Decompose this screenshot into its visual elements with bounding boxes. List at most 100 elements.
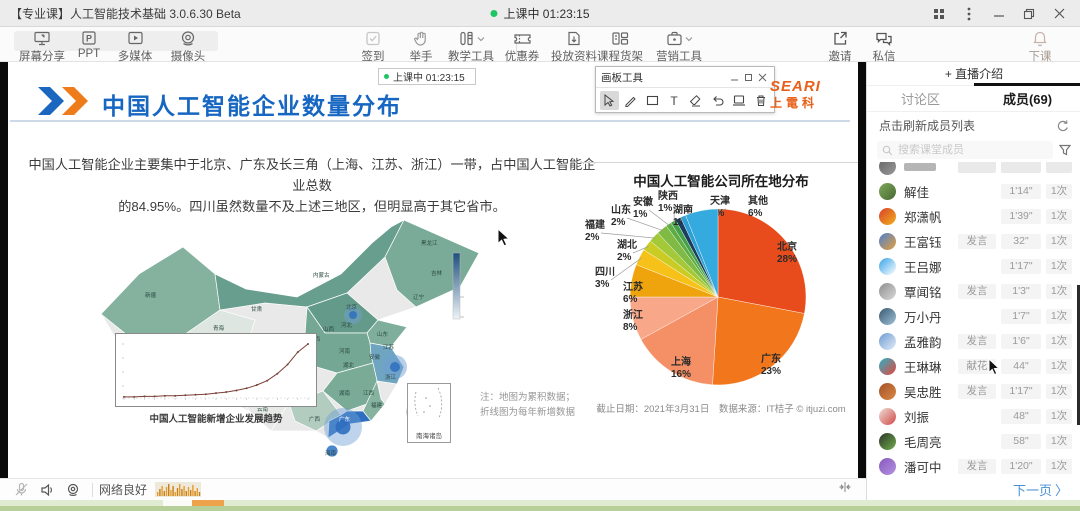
camera-icon (179, 30, 197, 47)
member-time-badge: 1'39" (1001, 209, 1041, 225)
member-row[interactable]: 解佳 1'14" 1次 (867, 179, 1080, 204)
trash-tool-icon[interactable] (751, 91, 770, 110)
svg-text:湖北: 湖北 (617, 238, 637, 251)
webcam-icon[interactable] (60, 483, 86, 497)
class-status: 上课中 01:23:15 (490, 5, 589, 22)
check-in-button[interactable]: 签到 (350, 30, 396, 64)
select-tool-icon[interactable] (600, 91, 619, 110)
svg-text:湖南: 湖南 (339, 389, 351, 397)
check-in-icon (365, 30, 381, 47)
invite-icon (832, 30, 849, 47)
restore-button[interactable] (1016, 3, 1042, 25)
svg-text:6%: 6% (623, 294, 638, 305)
svg-text:江苏: 江苏 (623, 280, 643, 293)
member-row[interactable]: 郑潇帆 1'39" 1次 (867, 204, 1080, 229)
refresh-icon[interactable] (1056, 119, 1069, 132)
close-button[interactable] (1046, 3, 1072, 25)
strip-orange-segment (192, 500, 224, 506)
teaching-tools-button[interactable]: 教学工具 (436, 30, 506, 64)
ppt-button[interactable]: P PPT (70, 30, 108, 60)
svg-text:其他: 其他 (748, 194, 768, 207)
svg-text:河北: 河北 (341, 321, 353, 329)
svg-text:山东: 山东 (377, 330, 389, 338)
panel-minimize-icon[interactable] (727, 70, 741, 84)
svg-text:2%: 2% (585, 232, 600, 243)
svg-text:23%: 23% (761, 366, 781, 377)
member-action-badge: 献花 (958, 359, 996, 375)
mic-muted-icon[interactable] (8, 482, 34, 497)
panel-close-icon[interactable] (755, 70, 769, 84)
next-page-button[interactable]: 下一页 〉 (867, 478, 1080, 500)
member-time-badge: 1'14" (1001, 184, 1041, 200)
member-name: 王吕娜 (904, 257, 942, 276)
screen-share-button[interactable]: 屏幕分享 (16, 30, 68, 64)
member-row[interactable]: 吴忠胜 发言 1'17" 1次 (867, 379, 1080, 404)
minimize-button[interactable] (986, 3, 1012, 25)
member-row[interactable]: 王琳琳 献花 44" 1次 (867, 354, 1080, 379)
svg-text:天津: 天津 (710, 194, 730, 207)
tab-discussion[interactable]: 讨论区 (867, 86, 974, 111)
private-message-button[interactable]: 私信 (862, 30, 906, 64)
member-list[interactable]: 解佳 1'14" 1次 郑潇帆 1'39" 1次 王富钰 发言 32" 1次 王… (867, 162, 1080, 480)
member-row[interactable]: 孟雅韵 发言 1'6" 1次 (867, 329, 1080, 354)
marketing-tools-icon (666, 30, 683, 47)
svg-text:湖北: 湖北 (343, 361, 355, 369)
member-row[interactable]: 毛周亮 58" 1次 (867, 429, 1080, 454)
pen-tool-icon[interactable] (622, 91, 641, 110)
text-tool-icon[interactable]: T (665, 91, 684, 110)
coupon-icon (513, 30, 532, 47)
svg-text:新疆: 新疆 (145, 291, 157, 299)
screen-tool-icon[interactable] (730, 91, 749, 110)
member-name: 覃闻铭 (904, 282, 942, 301)
member-action-badge: 发言 (958, 384, 996, 400)
course-shelf-button[interactable]: 课程货架 (592, 30, 648, 64)
member-action-badge: 发言 (958, 234, 996, 250)
avatar (879, 358, 896, 375)
svg-text:浙江: 浙江 (623, 308, 643, 321)
invite-button[interactable]: 邀请 (818, 30, 862, 64)
filter-icon[interactable] (1059, 144, 1071, 156)
svg-text:山西: 山西 (323, 325, 335, 333)
speaker-icon[interactable] (34, 483, 60, 497)
search-input[interactable] (896, 143, 1048, 157)
member-row[interactable]: 刘振 48" 1次 (867, 404, 1080, 429)
apps-grid-icon[interactable] (926, 3, 952, 25)
marketing-tools-button[interactable]: 营销工具 (646, 30, 712, 64)
live-dot-icon (384, 74, 389, 79)
svg-text:1%: 1% (658, 203, 673, 214)
avatar (879, 162, 896, 175)
svg-text:2%: 2% (611, 217, 626, 228)
member-row[interactable]: 覃闻铭 发言 1'3" 1次 (867, 279, 1080, 304)
multimedia-button[interactable]: 多媒体 (110, 30, 160, 64)
bottom-divider (92, 483, 93, 497)
more-menu-icon[interactable] (956, 3, 982, 25)
member-row[interactable]: 潘可中 发言 1'20" 1次 (867, 454, 1080, 479)
search-input-box[interactable] (877, 141, 1053, 159)
teaching-tools-icon (458, 30, 475, 47)
rectangle-tool-icon[interactable] (643, 91, 662, 110)
left-frame (0, 62, 8, 478)
pie-chart-footer: 截止日期：2021年3月31日 数据来源：IT桔子 © itjuzi.com (580, 401, 858, 415)
map-color-legend (453, 253, 460, 319)
member-count-badge: 1次 (1046, 359, 1072, 375)
slide-body-text: 中国人工智能企业主要集中于北京、广东及长三角（上海、江苏、浙江）一带，占中国人工… (23, 154, 601, 217)
panel-maximize-icon[interactable] (741, 70, 755, 84)
member-time-badge: 1'3" (1001, 284, 1041, 300)
eraser-tool-icon[interactable] (687, 91, 706, 110)
svg-text:内蒙古: 内蒙古 (313, 271, 330, 279)
collapse-icon[interactable] (838, 480, 852, 499)
search-icon (882, 145, 892, 156)
member-row[interactable]: 王富钰 发言 32" 1次 (867, 229, 1080, 254)
member-sidebar: + 直播介绍 讨论区 成员(69) 点击刷新成员列表 解佳 (866, 62, 1080, 500)
member-row[interactable] (867, 162, 1080, 179)
avatar (879, 283, 896, 300)
camera-button[interactable]: 摄像头 (162, 30, 214, 64)
class-status-text: 上课中 01:23:15 (503, 5, 589, 22)
member-row[interactable]: 万小丹 1'7" 1次 (867, 304, 1080, 329)
end-class-button[interactable]: 下课 (1018, 30, 1062, 64)
undo-tool-icon[interactable] (708, 91, 727, 110)
member-row[interactable]: 王吕娜 1'17" 1次 (867, 254, 1080, 279)
refresh-members-row[interactable]: 点击刷新成员列表 (867, 112, 1080, 138)
coupon-button[interactable]: 优惠券 (498, 30, 546, 64)
tab-members[interactable]: 成员(69) (974, 86, 1080, 111)
